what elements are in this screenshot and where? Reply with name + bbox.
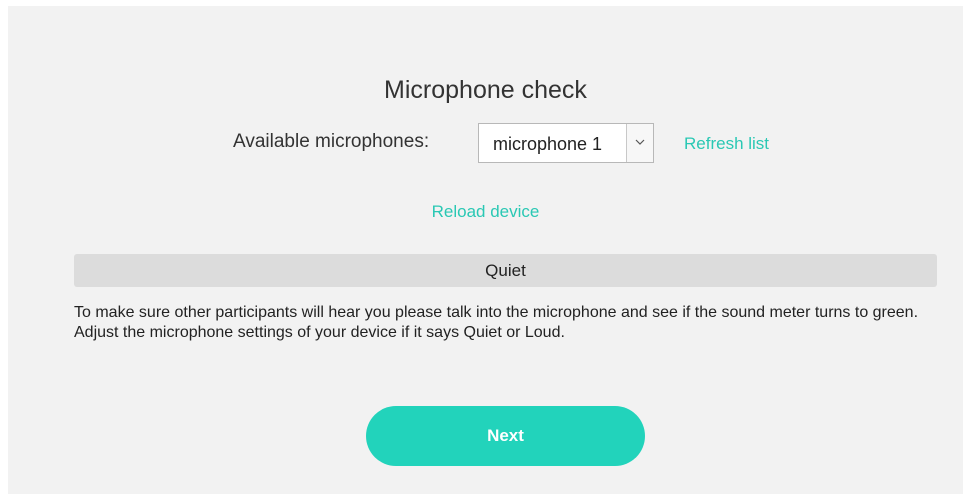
selected-microphone-value: microphone 1: [493, 134, 603, 154]
microphone-check-panel: Microphone check Available microphones: …: [8, 6, 963, 494]
chevron-down-icon: [635, 139, 645, 145]
select-dropdown-toggle[interactable]: [626, 124, 653, 162]
next-button[interactable]: Next: [366, 406, 645, 466]
reload-device-link[interactable]: Reload device: [8, 202, 963, 222]
microphone-select[interactable]: microphone 1: [478, 123, 654, 163]
refresh-list-link[interactable]: Refresh list: [684, 134, 769, 154]
sound-meter-status: Quiet: [485, 261, 526, 280]
instructions-text: To make sure other participants will hea…: [74, 304, 919, 341]
available-microphones-label: Available microphones:: [233, 131, 430, 152]
page-title: Microphone check: [384, 76, 587, 104]
sound-meter: Quiet: [74, 254, 937, 287]
